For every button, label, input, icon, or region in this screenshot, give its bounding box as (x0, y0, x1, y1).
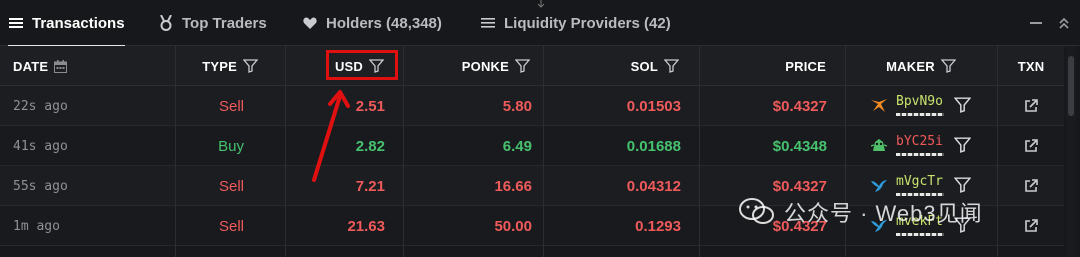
maker-address[interactable]: BpvN9o (896, 94, 943, 109)
maker-address[interactable]: mVgcTr (896, 174, 943, 189)
row-date: 22s ago (13, 98, 68, 114)
column-type[interactable]: TYPE (176, 46, 258, 86)
list-icon (8, 15, 24, 31)
table-row[interactable]: 41s ago Buy 2.82 6.49 0.01688 $0.4348 bY… (0, 126, 1064, 166)
column-txn-label: TXN (1017, 58, 1045, 74)
tab-holders[interactable]: Holders (48,348) (302, 0, 442, 46)
filter-icon[interactable] (243, 59, 258, 73)
row-type: Sell (218, 217, 244, 235)
blue-bird-icon (870, 176, 888, 194)
tab-label: Top Traders (182, 14, 267, 32)
row-maker[interactable]: bYC25i (870, 126, 980, 166)
column-type-label: TYPE (202, 58, 237, 74)
row-sol: 0.01503 (626, 97, 681, 115)
column-date-label: DATE (13, 58, 49, 74)
column-divider (699, 46, 700, 257)
orange-fox-icon (870, 96, 888, 114)
column-divider (285, 46, 286, 257)
column-divider (543, 46, 544, 257)
column-ponke-label: PONKE (461, 58, 509, 74)
row-sol: 0.04312 (626, 177, 681, 195)
row-date: 55s ago (13, 178, 68, 194)
tab-top-traders[interactable]: Top Traders (158, 0, 267, 46)
row-ponke: 16.66 (494, 177, 532, 195)
table-row[interactable]: 22s ago Sell 2.51 5.80 0.01503 $0.4327 B… (0, 86, 1064, 126)
filter-icon[interactable] (953, 177, 972, 198)
row-maker[interactable]: BpvN9o (870, 86, 980, 126)
column-divider (403, 46, 404, 257)
row-ponke: 6.49 (502, 137, 532, 155)
tab-label: Holders (48,348) (326, 14, 442, 32)
minimize-icon[interactable] (1030, 0, 1042, 46)
wechat-icon (739, 198, 774, 224)
maker-address[interactable]: bYC25i (896, 134, 943, 149)
drag-handle-icon[interactable] (537, 0, 545, 8)
filter-icon[interactable] (940, 59, 956, 73)
external-link-icon[interactable] (998, 166, 1064, 206)
filter-icon[interactable] (953, 97, 972, 118)
column-divider (175, 46, 176, 257)
row-ponke: 50.00 (494, 217, 532, 235)
row-ponke: 5.80 (502, 97, 532, 115)
row-type: Sell (218, 97, 244, 115)
usd-highlight-box (326, 50, 398, 80)
annotation-arrow (312, 90, 350, 182)
filter-icon[interactable] (515, 59, 530, 73)
heart-icon (302, 15, 318, 31)
watermark-text: 公众号 · Web3见闻 (784, 201, 983, 226)
column-maker[interactable]: MAKER (846, 46, 996, 86)
column-date[interactable]: DATE (13, 46, 123, 86)
tab-transactions[interactable]: Transactions (8, 0, 125, 47)
column-price-label: PRICE (785, 58, 826, 74)
filter-icon[interactable] (953, 137, 972, 158)
chevron-up-icon[interactable] (1058, 0, 1070, 46)
external-link-icon[interactable] (998, 206, 1064, 246)
tab-label: Liquidity Providers (42) (504, 14, 671, 32)
maker-activity-bar (896, 113, 944, 116)
maker-activity-bar (896, 153, 944, 156)
lines-icon (480, 15, 496, 31)
row-type: Sell (218, 177, 244, 195)
tab-liquidity-providers[interactable]: Liquidity Providers (42) (480, 0, 671, 46)
column-sol[interactable]: SOL (545, 46, 679, 86)
watermark: 公众号 · Web3见闻 (738, 196, 983, 228)
column-sol-label: SOL (630, 58, 658, 74)
scrollbar-thumb[interactable] (1068, 56, 1074, 116)
maker-activity-bar (896, 233, 944, 236)
medal-icon (158, 15, 174, 31)
row-usd: 21.63 (347, 217, 385, 235)
vertical-scrollbar[interactable] (1066, 46, 1076, 257)
tab-label: Transactions (32, 14, 125, 32)
calendar-icon[interactable] (54, 59, 68, 73)
row-date: 41s ago (13, 138, 68, 154)
row-date: 1m ago (13, 218, 60, 234)
row-price: $0.4327 (772, 97, 827, 115)
column-ponke[interactable]: PONKE (404, 46, 530, 86)
row-price: $0.4348 (772, 137, 827, 155)
filter-icon[interactable] (664, 59, 679, 73)
column-maker-label: MAKER (886, 58, 935, 74)
table-header: DATE TYPE USD PONKE SOL PRICE MAKER TXN (0, 46, 1064, 86)
row-sol: 0.01688 (626, 137, 681, 155)
column-price: PRICE (700, 46, 826, 86)
column-divider (997, 46, 998, 257)
tab-bar: Transactions Top Traders Holders (48,348… (0, 0, 1080, 47)
column-txn: TXN (998, 46, 1064, 86)
green-frog-icon (870, 136, 888, 154)
row-sol: 0.1293 (635, 217, 681, 235)
external-link-icon[interactable] (998, 126, 1064, 166)
row-type: Buy (218, 137, 244, 155)
external-link-icon[interactable] (998, 86, 1064, 126)
